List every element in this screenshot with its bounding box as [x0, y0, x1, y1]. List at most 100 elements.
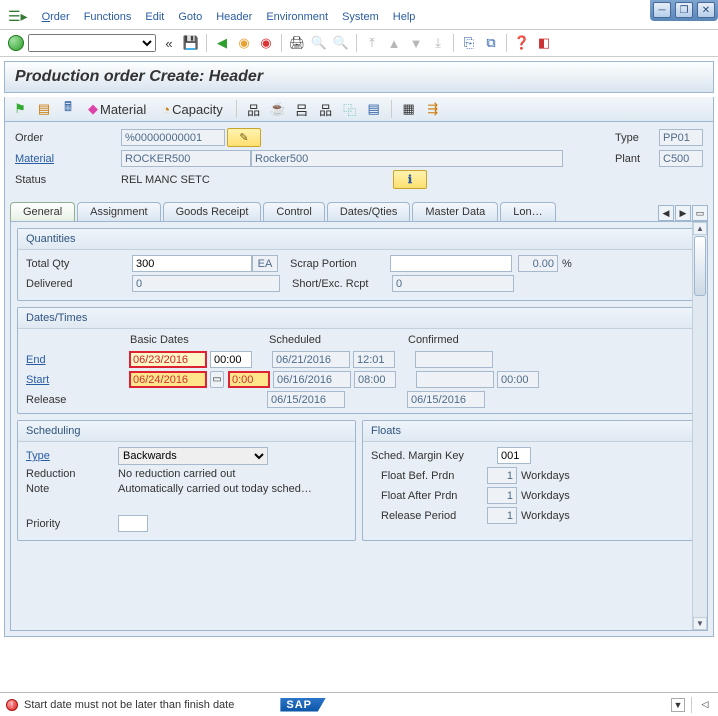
float-bef-field [487, 467, 517, 484]
material-desc-field [251, 150, 563, 167]
op-icon-2[interactable]: ☕ [269, 100, 287, 118]
menu-functions[interactable]: Functions [84, 11, 132, 23]
col-conf: Confirmed [408, 334, 543, 346]
tab-dates-qties[interactable]: Dates/Qties [327, 202, 410, 221]
scroll-up-icon[interactable]: ▲ [693, 222, 707, 235]
save-icon[interactable]: 💾 [182, 34, 200, 52]
calc-icon[interactable]: 🖩 [59, 100, 77, 118]
vertical-scrollbar[interactable]: ▲ ▼ [692, 222, 707, 630]
float-bef-unit: Workdays [521, 470, 570, 482]
release-period-label: Release Period [371, 510, 487, 522]
docs-icon[interactable]: ⿻ [341, 100, 359, 118]
start-basic-date[interactable] [129, 371, 207, 388]
capacity-button[interactable]: ◔Capacity [157, 100, 227, 118]
tab-list[interactable]: ▭ [692, 205, 708, 221]
release-period-unit: Workdays [521, 510, 570, 522]
system-toolbar: « 💾 ◀ ◉ ◉ 🖨 🔍 🔍 ⤒ ▲ ▼ ⤓ ⎘ ⧉ ❓ ◧ [0, 30, 718, 57]
grid-icon[interactable]: ▦ [400, 100, 418, 118]
cancel-icon[interactable]: ◉ [257, 34, 275, 52]
hier-icon[interactable]: ⇶ [424, 100, 442, 118]
minimize-button[interactable]: ─ [653, 2, 671, 18]
back-icon[interactable]: ◀ [213, 34, 231, 52]
menu-help[interactable]: Help [393, 11, 416, 23]
menu-environment[interactable]: Environment [266, 11, 328, 23]
shortcut-icon[interactable]: ⧉ [482, 34, 500, 52]
plant-field [659, 150, 703, 167]
release-sched-date [267, 391, 345, 408]
date-picker-icon[interactable]: ▭ [210, 371, 224, 388]
menu-app-icon[interactable]: ☰▸ [8, 8, 28, 25]
start-sched-time [354, 371, 396, 388]
print-icon[interactable]: 🖨 [288, 34, 306, 52]
status-next-icon[interactable]: ◁ [698, 698, 712, 712]
tab-master-data[interactable]: Master Data [412, 202, 498, 221]
margin-key-field[interactable] [497, 447, 531, 464]
end-conf-date [415, 351, 493, 368]
tab-long-text[interactable]: Lon… [500, 202, 555, 221]
order-edit-button[interactable]: ✎ [227, 128, 261, 147]
material-label-link[interactable]: Material [15, 153, 121, 165]
doc-icon[interactable]: ▤ [35, 100, 53, 118]
sched-type-label[interactable]: Type [26, 450, 118, 462]
scroll-thumb[interactable] [694, 236, 706, 296]
tab-scroll-right[interactable]: ▶ [675, 205, 691, 221]
end-sched-date [272, 351, 350, 368]
start-sched-date [273, 371, 351, 388]
margin-key-label: Sched. Margin Key [371, 450, 497, 462]
material-button[interactable]: ◆Material [83, 100, 151, 118]
note-value: Automatically carried out today sched… [118, 483, 312, 495]
end-label[interactable]: End [26, 354, 126, 366]
release-label: Release [26, 394, 126, 406]
priority-label: Priority [26, 518, 118, 530]
status-info-button[interactable]: ℹ [393, 170, 427, 189]
release-period-field [487, 507, 517, 524]
exit-icon[interactable]: ◉ [235, 34, 253, 52]
note-label: Note [26, 483, 118, 495]
priority-field[interactable] [118, 515, 148, 532]
tab-goods-receipt[interactable]: Goods Receipt [163, 202, 262, 221]
page-title: Production order Create: Header [4, 61, 714, 93]
float-aft-field [487, 487, 517, 504]
first-page-icon: ⤒ [363, 34, 381, 52]
tab-assignment[interactable]: Assignment [77, 202, 160, 221]
end-basic-date[interactable] [129, 351, 207, 368]
scrap-label: Scrap Portion [290, 258, 390, 270]
restore-button[interactable]: ❐ [675, 2, 693, 18]
menu-goto[interactable]: Goto [178, 11, 202, 23]
op-icon-4[interactable]: 品 [317, 100, 335, 118]
tab-control[interactable]: Control [263, 202, 324, 221]
app-body: Order ✎ Type Material Plant Status REL M… [4, 122, 714, 637]
start-basic-time[interactable] [228, 371, 270, 388]
group-dates-title: Dates/Times [18, 308, 700, 329]
history-back-icon[interactable]: « [160, 34, 178, 52]
float-aft-label: Float After Prdn [371, 490, 487, 502]
end-basic-time[interactable] [210, 351, 252, 368]
menubar: ☰▸ Order Functions Edit Goto Header Envi… [0, 0, 718, 30]
prev-page-icon: ▲ [385, 34, 403, 52]
status-expand-icon[interactable]: ▼ [671, 698, 685, 712]
tab-general[interactable]: General [10, 202, 75, 221]
group-floats: Floats Sched. Margin Key Float Bef. Prdn… [362, 420, 701, 541]
menu-edit[interactable]: Edit [145, 11, 164, 23]
scroll-down-icon[interactable]: ▼ [693, 617, 707, 630]
command-field[interactable] [28, 34, 156, 52]
total-qty-field[interactable] [132, 255, 252, 272]
enter-button[interactable] [8, 35, 24, 51]
reduction-value: No reduction carried out [118, 468, 235, 480]
start-label[interactable]: Start [26, 374, 126, 386]
status-message: Start date must not be later than finish… [24, 699, 234, 711]
sched-type-combo[interactable]: Backwards [118, 447, 268, 465]
close-button[interactable]: ✕ [697, 2, 715, 18]
layout-icon[interactable]: ◧ [535, 34, 553, 52]
tab-scroll-left[interactable]: ◀ [658, 205, 674, 221]
help-icon[interactable]: ❓ [513, 34, 531, 52]
op-icon-3[interactable]: 吕 [293, 100, 311, 118]
list-icon[interactable]: ▤ [365, 100, 383, 118]
menu-order[interactable]: Order [42, 11, 70, 23]
op-icon-1[interactable]: 品 [245, 100, 263, 118]
menu-header[interactable]: Header [216, 11, 252, 23]
scrap-field[interactable] [390, 255, 512, 272]
menu-system[interactable]: System [342, 11, 379, 23]
flag-icon[interactable]: ⚑ [11, 100, 29, 118]
new-session-icon[interactable]: ⎘ [460, 34, 478, 52]
